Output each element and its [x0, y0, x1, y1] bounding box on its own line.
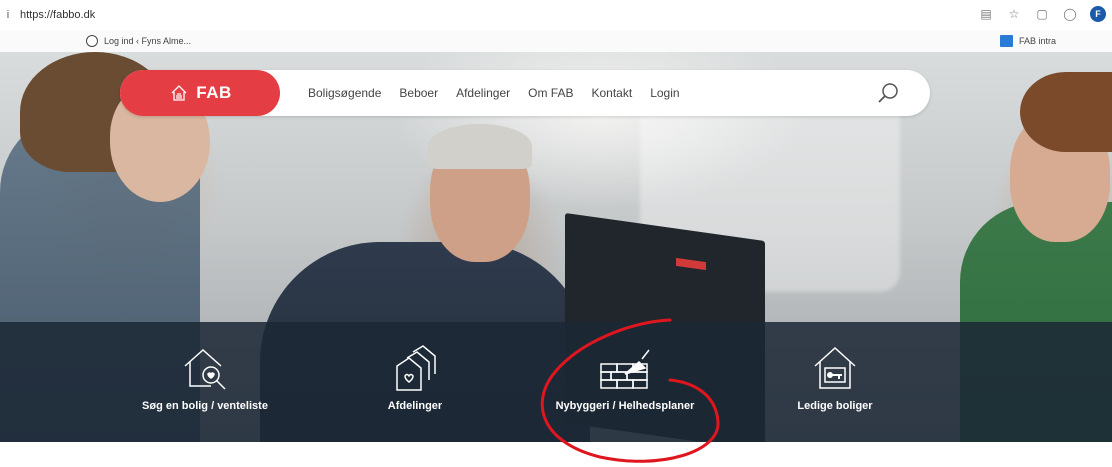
houses-heart-icon: [396, 345, 436, 391]
search-icon[interactable]: [876, 81, 900, 105]
nav-afdelinger[interactable]: Afdelinger: [456, 86, 510, 100]
bricks-trowel-icon: [600, 349, 650, 389]
house-key-icon: [814, 346, 856, 389]
hero-image: FAB Boligsøgende Beboer Afdelinger Om FA…: [0, 52, 1112, 442]
bookmark-log-ind[interactable]: Log ind ‹ Fyns Alme...: [86, 35, 191, 47]
fab-intra-favicon-icon: [1000, 35, 1013, 47]
browser-address-bar: i https://fabbo.dk ▤ ☆ ▢ ◯ F: [0, 0, 1112, 30]
quick-links-band: Søg en bolig / venteliste Afdelinger Nyb…: [0, 322, 1112, 442]
quick-link-label: Afdelinger: [387, 400, 443, 412]
quick-link-ledige-boliger[interactable]: Ledige boliger: [750, 322, 920, 442]
logo-text: FAB: [196, 83, 232, 102]
person-right-hair: [1020, 72, 1112, 152]
bookmark-fab-intra[interactable]: FAB intra: [1000, 35, 1056, 47]
address-url[interactable]: https://fabbo.dk: [20, 9, 95, 21]
favorite-star-icon[interactable]: ☆: [1006, 6, 1022, 22]
nav-om-fab[interactable]: Om FAB: [528, 86, 573, 100]
quick-link-nybyggeri[interactable]: Nybyggeri / Helhedsplaner: [540, 322, 710, 442]
read-aloud-icon[interactable]: ▤: [978, 6, 994, 22]
nav-links: Boligsøgende Beboer Afdelinger Om FAB Ko…: [308, 86, 680, 100]
profile-avatar[interactable]: F: [1090, 6, 1106, 22]
person-middle-hair: [428, 124, 532, 169]
fab-logo[interactable]: FAB: [120, 70, 280, 116]
fab-logo-mark-icon: [171, 85, 187, 101]
nav-kontakt[interactable]: Kontakt: [591, 86, 632, 100]
quick-link-sog-bolig[interactable]: Søg en bolig / venteliste: [120, 322, 290, 442]
bookmark-label: Log ind ‹ Fyns Alme...: [104, 36, 192, 46]
main-navigation: FAB Boligsøgende Beboer Afdelinger Om FA…: [120, 70, 930, 116]
shield-icon[interactable]: ◯: [1062, 6, 1078, 22]
bookmarks-bar: Log ind ‹ Fyns Alme... FAB intra: [0, 30, 1112, 52]
nav-login[interactable]: Login: [650, 86, 679, 100]
quick-link-label: Ledige boliger: [797, 400, 873, 412]
browser-toolbar-icons: ▤ ☆ ▢ ◯ F: [978, 6, 1106, 22]
nav-boligsogende[interactable]: Boligsøgende: [308, 86, 381, 100]
info-icon[interactable]: i: [2, 9, 14, 21]
collections-icon[interactable]: ▢: [1034, 6, 1050, 22]
quick-link-afdelinger[interactable]: Afdelinger: [330, 322, 500, 442]
house-search-icon: [184, 348, 226, 390]
nav-beboer[interactable]: Beboer: [399, 86, 438, 100]
globe-icon: [86, 35, 98, 47]
quick-link-label: Nybyggeri / Helhedsplaner: [555, 400, 695, 412]
quick-link-label: Søg en bolig / venteliste: [142, 400, 268, 412]
bookmark-label: FAB intra: [1019, 36, 1057, 46]
